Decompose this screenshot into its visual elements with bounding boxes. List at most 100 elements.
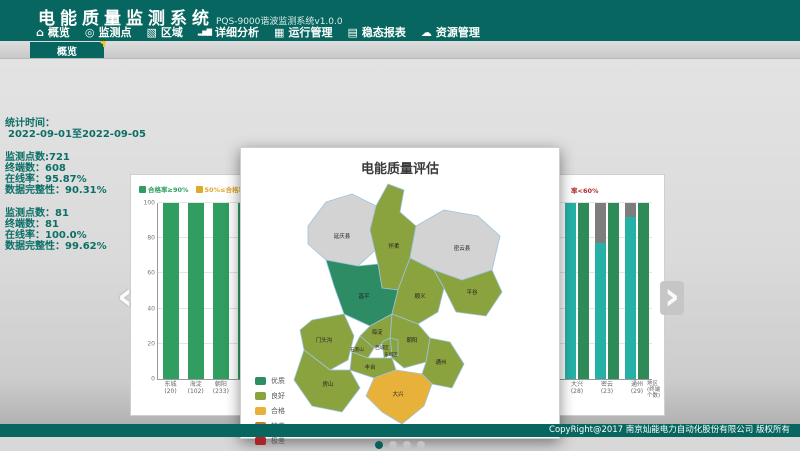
nav-item-analysis[interactable]: ▂▅▇ 详细分析 bbox=[198, 24, 259, 40]
map-legend-label: 良好 bbox=[271, 391, 285, 401]
map-district-label: 房山 bbox=[322, 380, 333, 388]
x-axis-label-name: 朝阳 bbox=[213, 381, 229, 388]
target-icon: ◎ bbox=[85, 27, 95, 38]
map-district-label: 朝阳 bbox=[406, 336, 417, 344]
nav-item-resource[interactable]: ☁ 资源管理 bbox=[421, 24, 480, 40]
map-legend-swatch bbox=[255, 377, 266, 385]
app-header: 电能质量监测系统PQS-9000谐波监测系统v1.0.0 ⌂概览◎监测点▧区域▂… bbox=[0, 0, 800, 41]
copyright-text: CopyRight@2017 南京灿能电力自动化股份有限公司 版权所有 bbox=[549, 425, 790, 435]
nav: ⌂概览 ◎监测点 ▧ 区域 ▂▅▇ 详细分析 ▦ 运行管理 ▤稳态报表 ☁ 资源管理 bbox=[36, 24, 480, 40]
home-icon: ⌂ bbox=[36, 27, 44, 38]
right-chart-legend-fragment: 率<60% bbox=[571, 185, 599, 195]
x-axis-label: 海淀(102) bbox=[188, 381, 204, 395]
nav-item-label: 运行管理 bbox=[288, 24, 332, 40]
stats-line: 监测点数:721 bbox=[5, 152, 146, 163]
bar-qualification bbox=[213, 203, 229, 379]
nav-item-operation[interactable]: ▦ 运行管理 bbox=[274, 24, 332, 40]
bar-online-rate bbox=[595, 243, 606, 379]
y-tick-label: 60 bbox=[147, 270, 155, 277]
map-legend-item: 优质 bbox=[255, 376, 285, 386]
x-axis-label-name: 密云 bbox=[601, 381, 613, 388]
legend-item: 合格率≥90% bbox=[139, 184, 189, 194]
map-title: 电能质量评估 bbox=[241, 158, 559, 177]
stats-line: 在线率：100.0% bbox=[5, 230, 146, 241]
carousel-next-button[interactable]: › bbox=[660, 281, 684, 315]
tab-overview[interactable]: 概览 bbox=[30, 42, 104, 58]
map-legend-item: 合格 bbox=[255, 406, 285, 416]
y-tick-label: 20 bbox=[147, 340, 155, 347]
card-quality-map: 电能质量评估 优质良好合格较差极差 延庆县怀柔密云县昌平顺义平谷门头沟海淀石景山… bbox=[240, 147, 560, 439]
cloud-icon: ☁ bbox=[421, 27, 432, 38]
tab-overview-label: 概览 bbox=[57, 43, 77, 58]
map-district-label: 通州 bbox=[435, 358, 446, 366]
x-axis-label: 通州(29) bbox=[631, 381, 643, 395]
map-district-label: 昌平 bbox=[358, 293, 370, 300]
bar-integrity-rate bbox=[638, 203, 649, 379]
bar-qualification bbox=[188, 203, 204, 379]
carousel-dot[interactable] bbox=[389, 441, 397, 449]
map-district-label: 平谷 bbox=[466, 288, 478, 296]
map-district-label: 顺义 bbox=[414, 293, 426, 300]
map-district-label: 丰台 bbox=[364, 363, 376, 371]
x-axis-label: 东城(20) bbox=[164, 381, 176, 395]
carousel-dot[interactable] bbox=[417, 441, 425, 449]
stats-line: 在线率：95.87% bbox=[5, 174, 146, 185]
nav-item-label: 监测点 bbox=[98, 24, 131, 40]
bar-integrity-rate bbox=[578, 203, 589, 379]
nav-item-region[interactable]: ▧ 区域 bbox=[146, 24, 182, 40]
stats-range: 2022-09-01至2022-09-05 bbox=[8, 129, 146, 140]
carousel-dot[interactable] bbox=[375, 441, 383, 449]
y-tick-label: 40 bbox=[147, 305, 155, 312]
x-axis-label-name: 大兴 bbox=[571, 381, 583, 388]
nav-item-label: 资源管理 bbox=[436, 24, 480, 40]
carousel-prev-button[interactable]: ‹ bbox=[112, 279, 138, 315]
nav-item-label: 详细分析 bbox=[215, 24, 259, 40]
footer: CopyRight@2017 南京灿能电力自动化股份有限公司 版权所有 bbox=[0, 424, 800, 437]
x-axis-label-count: (29) bbox=[631, 388, 643, 395]
nav-item-label: 稳态报表 bbox=[362, 24, 406, 40]
map-legend-swatch bbox=[255, 437, 266, 445]
bar-qualification bbox=[163, 203, 179, 379]
nav-item-overview[interactable]: ⌂概览 bbox=[36, 24, 70, 40]
x-axis-label-count: (233) bbox=[213, 388, 229, 395]
bar-integrity-rate bbox=[608, 203, 619, 379]
map-legend-item: 良好 bbox=[255, 391, 285, 401]
map-district-label: 密云县 bbox=[454, 244, 471, 252]
legend-label: 合格率≥90% bbox=[148, 184, 189, 194]
stats-group: 监测点数：81终端数：81在线率：100.0%数据完整性：99.62% bbox=[5, 208, 146, 252]
y-tick-label: 0 bbox=[151, 376, 155, 383]
x-axis-label: 大兴(28) bbox=[571, 381, 583, 395]
beijing-map: 延庆县怀柔密云县昌平顺义平谷门头沟海淀石景山朝阳西城区东城区丰台通州房山大兴 bbox=[286, 178, 521, 428]
map-legend-label: 优质 bbox=[271, 376, 285, 386]
legend-swatch bbox=[196, 186, 203, 193]
axis-label-line: (终端个数) bbox=[647, 387, 664, 399]
map-district-label: 西城区 bbox=[375, 344, 389, 351]
map-legend-swatch bbox=[255, 392, 266, 400]
map-legend-swatch bbox=[255, 407, 266, 415]
grid-icon: ▦ bbox=[274, 27, 284, 38]
map-district-label: 大兴 bbox=[392, 390, 404, 398]
nav-item-label: 区域 bbox=[161, 24, 183, 40]
x-axis-label: 朝阳(233) bbox=[213, 381, 229, 395]
x-axis-label-name: 通州 bbox=[631, 381, 643, 388]
carousel-dot[interactable] bbox=[403, 441, 411, 449]
x-axis-label-count: (28) bbox=[571, 388, 583, 395]
bar-chart-icon: ▂▅▇ bbox=[198, 27, 211, 38]
map-district-label: 石景山 bbox=[350, 346, 364, 353]
x-axis-label-count: (102) bbox=[188, 388, 204, 395]
region-icon: ▧ bbox=[146, 27, 156, 38]
x-axis-label-count: (23) bbox=[601, 388, 613, 395]
map-legend-label: 合格 bbox=[271, 406, 285, 416]
y-tick-label: 80 bbox=[147, 235, 155, 242]
carousel-dots bbox=[375, 441, 425, 449]
map-legend-label: 极差 bbox=[271, 436, 285, 446]
content-area: 统计时间： 2022-09-01至2022-09-05 监测点数:721终端数：… bbox=[0, 59, 800, 424]
map-district-label: 海淀 bbox=[371, 328, 383, 336]
bar-missing-cap bbox=[625, 203, 636, 217]
right-chart-axis-label: 地区(终端个数) bbox=[647, 381, 664, 399]
nav-item-points[interactable]: ◎监测点 bbox=[85, 24, 132, 40]
stats-groups: 监测点数:721终端数：608在线率：95.87%数据完整性：90.31%监测点… bbox=[5, 152, 146, 252]
nav-item-report[interactable]: ▤稳态报表 bbox=[347, 24, 405, 40]
x-axis-label-name: 东城 bbox=[164, 381, 176, 388]
x-axis-label-name: 海淀 bbox=[188, 381, 204, 388]
